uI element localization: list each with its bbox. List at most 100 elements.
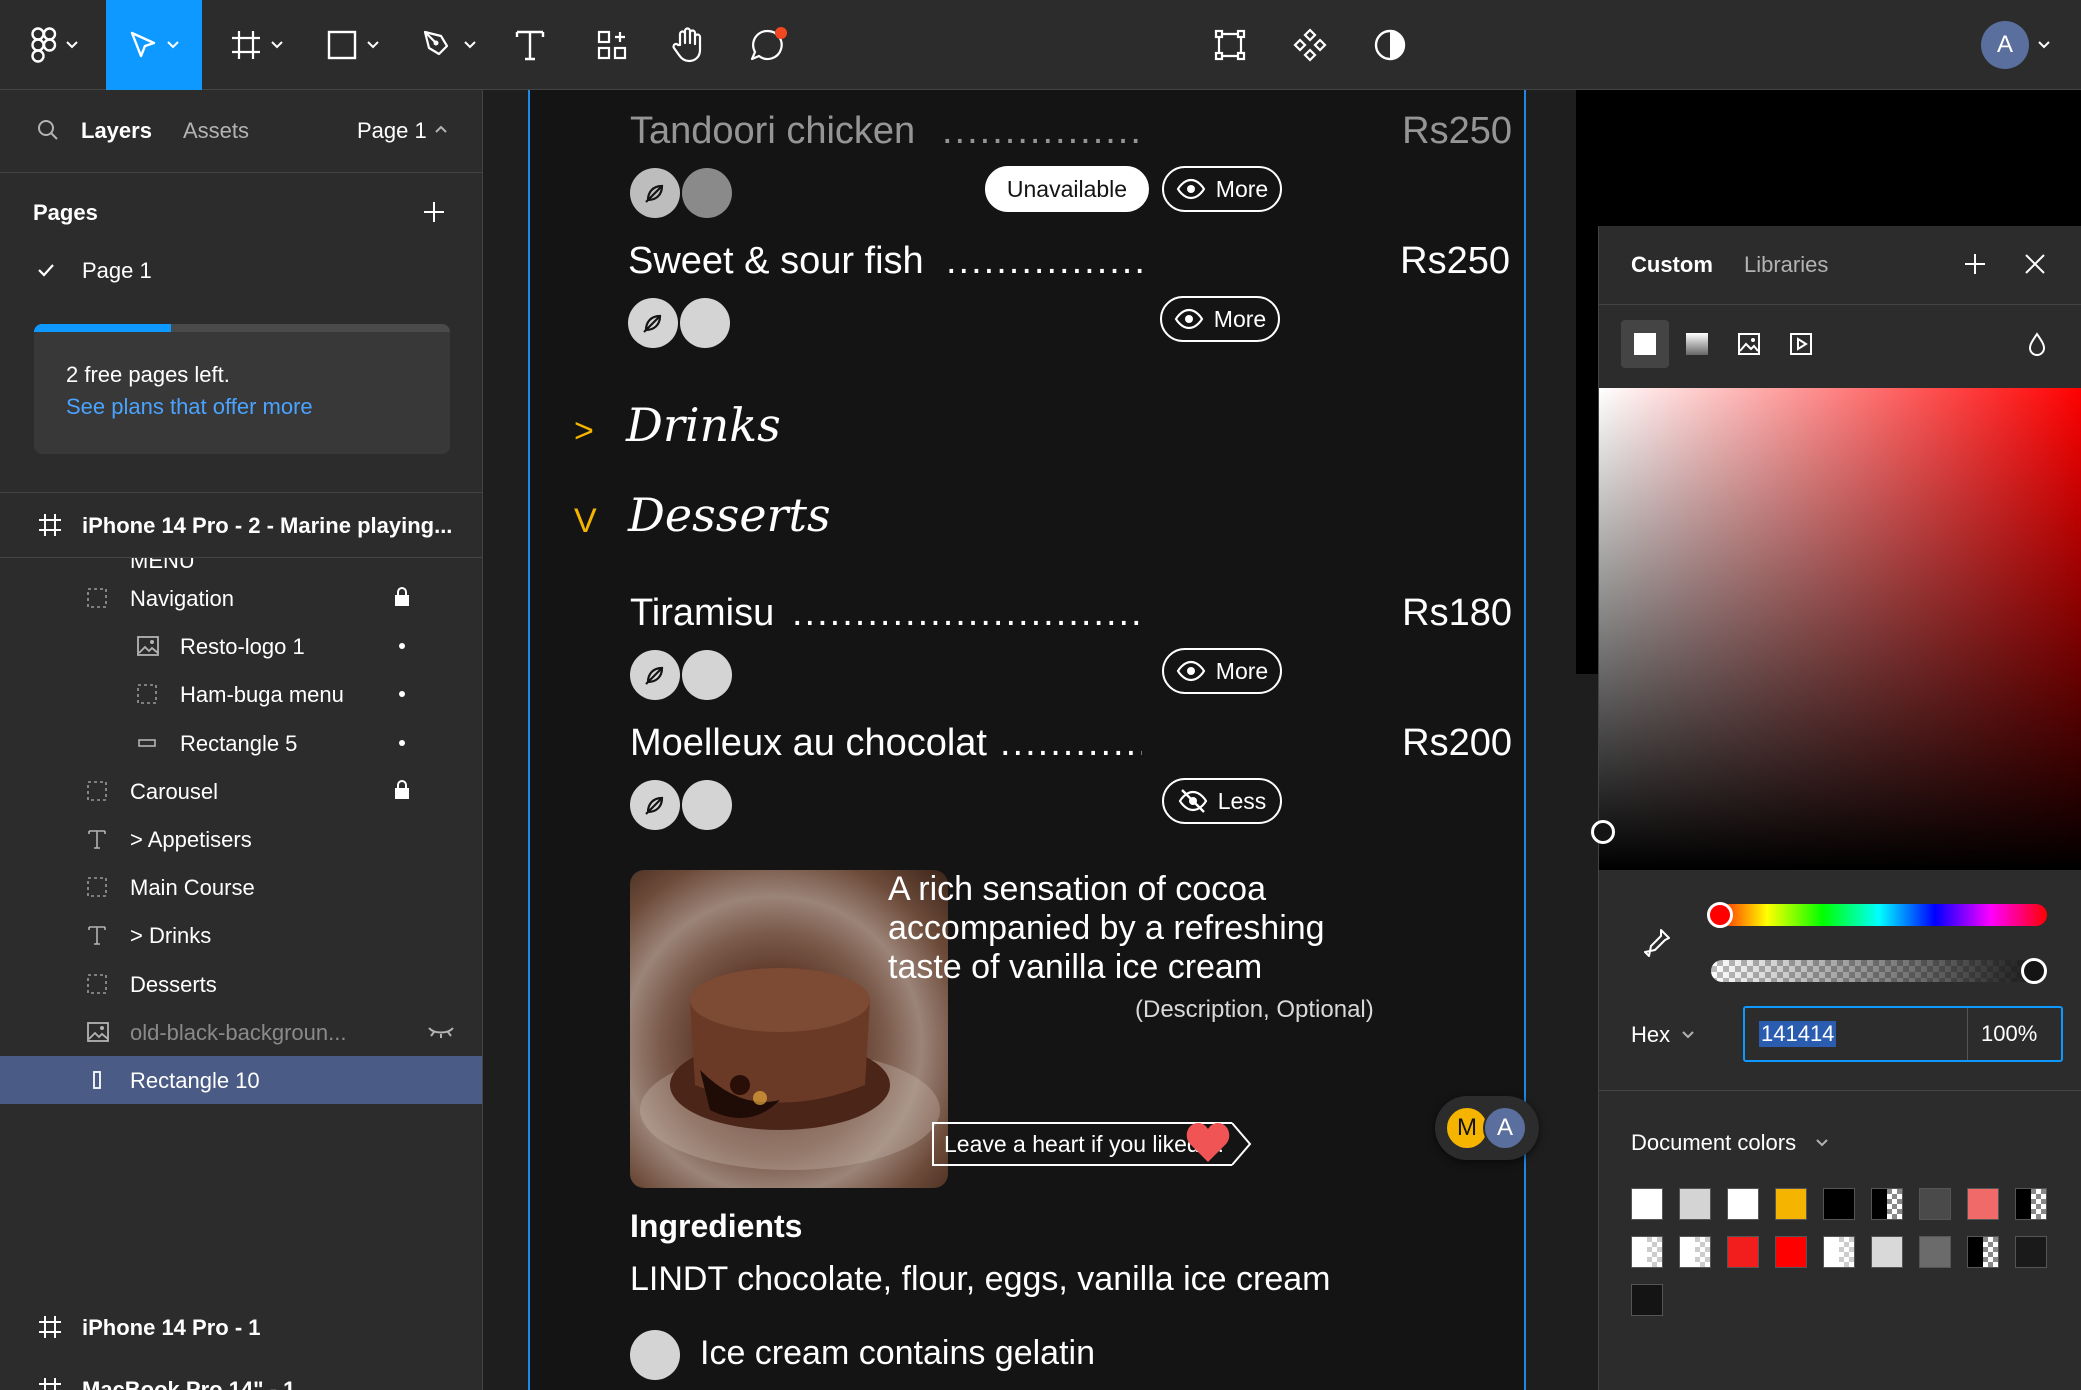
color-picker-handle[interactable]: [1591, 820, 1615, 844]
color-swatch[interactable]: [1679, 1188, 1711, 1220]
tab-custom[interactable]: Custom: [1631, 252, 1713, 278]
hex-value-input[interactable]: 141414: [1759, 1021, 1837, 1047]
layer-row[interactable]: > Drinks: [0, 911, 482, 959]
color-swatch[interactable]: [1727, 1236, 1759, 1268]
color-swatch[interactable]: [2015, 1236, 2047, 1268]
color-swatch[interactable]: [1775, 1188, 1807, 1220]
layer-row[interactable]: Desserts: [0, 960, 482, 1008]
tab-assets[interactable]: Assets: [183, 118, 249, 144]
tab-libraries[interactable]: Libraries: [1744, 252, 1828, 278]
color-swatch[interactable]: [1967, 1188, 1999, 1220]
solid-fill-icon: [1634, 333, 1656, 355]
layer-row[interactable]: Ham-buga menu: [0, 670, 482, 718]
chevron-down-icon[interactable]: [1815, 1138, 1829, 1148]
layer-row[interactable]: > Appetisers: [0, 815, 482, 863]
less-button[interactable]: Less: [1162, 778, 1282, 824]
frame-tool-button[interactable]: [222, 0, 292, 90]
color-swatch[interactable]: [1631, 1284, 1663, 1316]
hex-opacity-input[interactable]: 141414 100%: [1743, 1006, 2063, 1062]
see-plans-link[interactable]: See plans that offer more: [66, 394, 313, 420]
color-format-select[interactable]: Hex: [1631, 1022, 1670, 1048]
layer-row[interactable]: Navigation: [0, 574, 482, 622]
color-swatch[interactable]: [1919, 1236, 1951, 1268]
shape-tool-button[interactable]: [318, 0, 388, 90]
layer-row[interactable]: Resto-logo 1: [0, 622, 482, 670]
text-tool-button[interactable]: [508, 0, 552, 90]
hue-slider[interactable]: [1707, 902, 2047, 928]
resources-button[interactable]: [590, 0, 634, 90]
phone-frame-menu[interactable]: Tandoori chicken .......................…: [528, 90, 1526, 1390]
more-button[interactable]: More: [1162, 166, 1282, 212]
color-swatch[interactable]: [1631, 1188, 1663, 1220]
color-swatch[interactable]: [1919, 1188, 1951, 1220]
color-swatch[interactable]: [1679, 1236, 1711, 1268]
page-selector[interactable]: Page 1: [357, 118, 427, 144]
rectangle-icon: [136, 732, 158, 759]
opacity-slider[interactable]: [1711, 958, 2047, 984]
layer-row[interactable]: Rectangle 5: [0, 719, 482, 767]
hidden-eye-icon[interactable]: [426, 1022, 456, 1047]
hue-slider-handle[interactable]: [1707, 902, 1733, 928]
section-title-drinks[interactable]: Drinks: [626, 398, 781, 452]
ingredients-heading: Ingredients: [630, 1208, 803, 1244]
ingredients-list: LINDT chocolate, flour, eggs, vanilla ic…: [630, 1260, 1331, 1298]
color-swatch[interactable]: [1823, 1236, 1855, 1268]
dish-leader-dots: ........................................…: [942, 110, 1142, 152]
collaborators-bubble[interactable]: M A: [1435, 1096, 1539, 1160]
frame-layer-iphone-1[interactable]: iPhone 14 Pro - 1: [0, 1295, 482, 1359]
heart-icon[interactable]: [1185, 1120, 1231, 1164]
less-label: Less: [1217, 787, 1267, 814]
opacity-value-input[interactable]: 100%: [1981, 1021, 2037, 1047]
add-page-icon[interactable]: [422, 200, 446, 224]
solid-fill-button[interactable]: [1621, 320, 1669, 368]
tab-layers[interactable]: Layers: [81, 118, 152, 144]
lock-icon[interactable]: [393, 586, 411, 613]
page-item-page-1[interactable]: Page 1: [0, 242, 482, 298]
move-tool-button[interactable]: [106, 0, 202, 90]
chevron-down-icon[interactable]: [1681, 1030, 1695, 1040]
color-swatch[interactable]: [1727, 1188, 1759, 1220]
section-chevron[interactable]: >: [574, 412, 594, 451]
color-saturation-area[interactable]: [1591, 388, 2081, 870]
eyedropper-icon[interactable]: [1641, 926, 1673, 958]
frame-selection-button[interactable]: [1208, 0, 1252, 90]
collaborator-avatar-a[interactable]: A: [1483, 1106, 1527, 1150]
layer-row[interactable]: Rectangle 10: [0, 1056, 482, 1104]
pen-tool-button[interactable]: [414, 0, 484, 90]
section-title-desserts[interactable]: Desserts: [628, 488, 831, 542]
contrast-button[interactable]: [1368, 0, 1412, 90]
layer-row[interactable]: Carousel: [0, 767, 482, 815]
main-menu-button[interactable]: [20, 0, 90, 90]
comment-tool-button[interactable]: [746, 0, 790, 90]
components-button[interactable]: [1288, 0, 1332, 90]
search-icon[interactable]: [36, 118, 60, 142]
color-swatch[interactable]: [1871, 1236, 1903, 1268]
close-icon[interactable]: [2023, 252, 2047, 276]
color-swatch[interactable]: [1871, 1188, 1903, 1220]
color-swatch[interactable]: [1823, 1188, 1855, 1220]
image-fill-button[interactable]: [1725, 320, 1773, 368]
color-swatch[interactable]: [1967, 1236, 1999, 1268]
blend-mode-icon[interactable]: [2027, 332, 2047, 356]
add-style-icon[interactable]: [1963, 252, 1987, 276]
gradient-fill-button[interactable]: [1673, 320, 1721, 368]
video-fill-button[interactable]: [1777, 320, 1825, 368]
more-button[interactable]: More: [1162, 648, 1282, 694]
user-menu-button[interactable]: A: [1966, 0, 2066, 90]
lock-icon[interactable]: [393, 779, 411, 806]
tag-arrow-icon: [1232, 1122, 1252, 1166]
chevron-up-icon[interactable]: [434, 124, 448, 134]
color-swatch[interactable]: [2015, 1188, 2047, 1220]
hand-tool-button[interactable]: [666, 0, 710, 90]
user-avatar[interactable]: A: [1981, 21, 2029, 69]
section-chevron[interactable]: V: [574, 502, 597, 541]
opacity-slider-handle[interactable]: [2021, 958, 2047, 984]
more-button[interactable]: More: [1160, 296, 1280, 342]
layer-row[interactable]: old-black-backgroun...: [0, 1008, 482, 1056]
document-colors-select[interactable]: Document colors: [1631, 1130, 1796, 1156]
layer-row[interactable]: Main Course: [0, 863, 482, 911]
color-swatch[interactable]: [1775, 1236, 1807, 1268]
frame-layer-macbook[interactable]: MacBook Pro 14" - 1: [0, 1359, 482, 1390]
color-swatch[interactable]: [1631, 1236, 1663, 1268]
frame-layer-header[interactable]: iPhone 14 Pro - 2 - Marine playing...: [0, 493, 482, 557]
